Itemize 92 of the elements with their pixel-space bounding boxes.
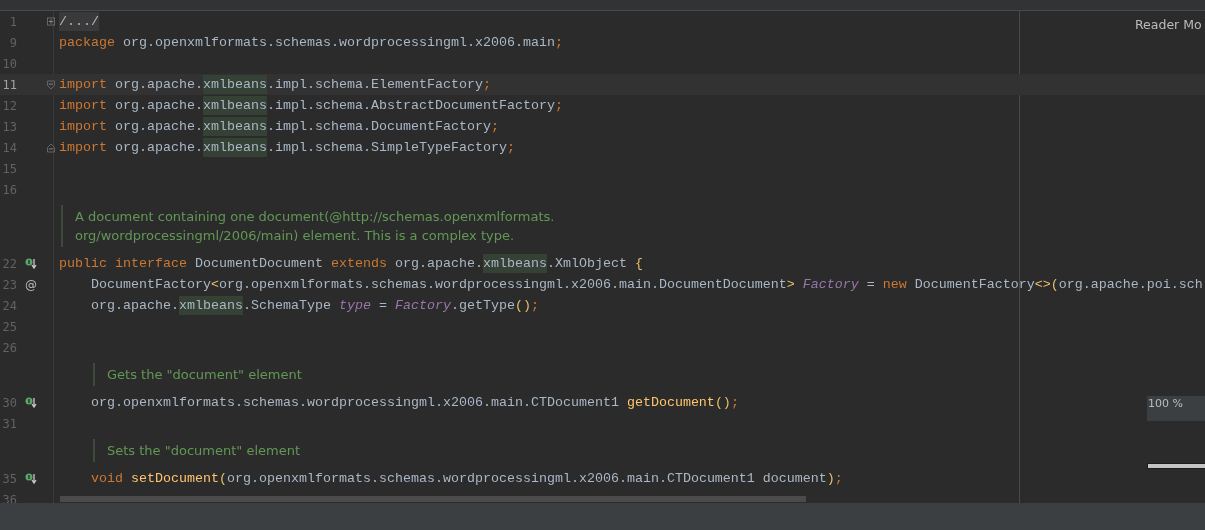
code-text: org.openxmlformats.schemas.wordprocessingml.x2006.main.CTDocument1 <box>91 395 620 410</box>
code-text: .getType <box>450 298 515 313</box>
line-number: 25 <box>1 319 17 334</box>
annotation-icon[interactable]: @ <box>25 277 37 292</box>
field-name: type <box>338 298 371 313</box>
line-number: 23 <box>1 277 17 292</box>
bracket: ) <box>826 471 835 486</box>
punctuation: ; <box>834 471 843 486</box>
highlighted-word: xmlbeans <box>482 254 547 273</box>
keyword: package <box>59 35 116 50</box>
folded-code[interactable]: /.../ <box>59 12 99 31</box>
code-text: org.apache.poi.sch <box>1058 277 1203 292</box>
punctuation: ; <box>554 98 563 113</box>
doc-comment-line: Sets the "document" element <box>107 442 300 460</box>
slider-bar[interactable] <box>1147 463 1205 469</box>
code-text: .impl.schema.ElementFactory <box>267 77 483 92</box>
code-text: org.apache. <box>115 140 203 155</box>
field-name: Factory <box>802 277 859 292</box>
line-number: 22 <box>1 256 17 271</box>
bracket: ( <box>219 471 227 486</box>
implemented-icon[interactable] <box>25 472 37 485</box>
method-name: getDocument <box>626 395 715 410</box>
highlighted-word: xmlbeans <box>203 117 267 136</box>
punctuation: ; <box>482 77 491 92</box>
highlighted-word: xmlbeans <box>203 138 267 157</box>
line-number: 35 <box>1 471 17 486</box>
collapse-icon[interactable] <box>47 142 55 153</box>
keyword: import <box>59 77 108 92</box>
keyword: void <box>91 471 124 486</box>
punctuation: ; <box>554 35 563 50</box>
keyword: public interface <box>59 256 188 271</box>
keyword: import <box>59 98 108 113</box>
punctuation: ; <box>730 395 739 410</box>
bracket: { <box>634 256 643 271</box>
code-text: org.apache. <box>115 77 203 92</box>
code-text: .XmlObject <box>546 256 628 271</box>
line-number: 1 <box>8 14 17 29</box>
keyword: extends <box>330 256 388 271</box>
method-name: setDocument <box>131 471 219 486</box>
reader-mode-button[interactable]: Reader Mo <box>1135 17 1202 32</box>
expand-icon[interactable] <box>47 17 55 26</box>
punctuation: ; <box>530 298 539 313</box>
keyword: import <box>59 140 108 155</box>
code-text: .impl.schema.SimpleTypeFactory <box>267 140 507 155</box>
implemented-icon[interactable] <box>25 396 37 409</box>
code-text: DocumentFactory <box>91 277 211 292</box>
code-text: DocumentDocument <box>195 256 324 271</box>
line-number: 11 <box>1 77 17 92</box>
bracket: () <box>714 395 731 410</box>
highlighted-word: xmlbeans <box>203 96 267 115</box>
line-number: 24 <box>1 298 17 313</box>
code-text: org.openxmlformats.schemas.wordprocessingml.x2006.main.CTDocument1 document <box>227 471 827 486</box>
code-text: = <box>865 277 876 292</box>
doc-comment-line: A document containing one document(@http://schemas.openxmlformats. <box>75 208 555 226</box>
line-number: 10 <box>1 56 17 71</box>
horizontal-scrollbar[interactable] <box>60 496 806 502</box>
code-text: = <box>377 298 388 313</box>
code-text: org.apache. <box>115 119 203 134</box>
punctuation: ; <box>490 119 499 134</box>
field-name: Factory <box>394 298 451 313</box>
code-text: .impl.schema.DocumentFactory <box>267 119 491 134</box>
doc-comment-line: org/wordprocessingml/2006/main) element. This is a complex type. <box>75 227 516 245</box>
line-number: 16 <box>1 182 17 197</box>
line-number: 30 <box>1 395 17 410</box>
doc-comment-line: Gets the "document" element <box>107 366 302 384</box>
punctuation: ; <box>506 140 515 155</box>
highlighted-word: xmlbeans <box>203 75 267 94</box>
code-text: org.apache. <box>394 256 483 271</box>
code-text: .SchemaType <box>243 298 332 313</box>
line-number: 36 <box>1 492 17 503</box>
code-text: org.openxmlformats.schemas.wordprocessingml.x2006.main.DocumentDocument <box>219 277 787 292</box>
line-number: 26 <box>1 340 17 355</box>
bracket: <>( <box>1034 277 1059 292</box>
keyword: import <box>59 119 108 134</box>
code-text: org.apache. <box>91 298 179 313</box>
bracket: > <box>786 277 796 292</box>
line-number: 13 <box>1 119 17 134</box>
code-text: org.apache. <box>115 98 203 113</box>
bracket: < <box>211 277 219 292</box>
implemented-icon[interactable] <box>25 257 37 270</box>
code-text: DocumentFactory <box>914 277 1035 292</box>
code-text: .impl.schema.AbstractDocumentFactory <box>267 98 555 113</box>
code-text: org.openxmlformats.schemas.wordprocessingml.x2006.main <box>123 35 555 50</box>
keyword: new <box>882 277 908 292</box>
zoom-popup: 100 % <box>1147 396 1205 421</box>
line-number: 12 <box>1 98 17 113</box>
line-number: 9 <box>8 35 17 50</box>
line-number: 31 <box>1 416 17 431</box>
line-number: 14 <box>1 140 17 155</box>
line-number: 15 <box>1 161 17 176</box>
bracket: () <box>514 298 531 313</box>
highlighted-word: xmlbeans <box>179 296 243 315</box>
